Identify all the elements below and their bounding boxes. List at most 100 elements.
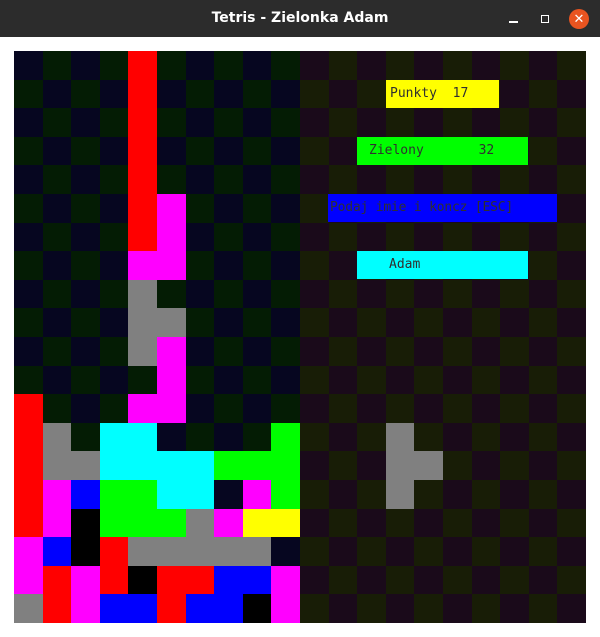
board-cell [42, 308, 72, 337]
side-cell [328, 537, 358, 566]
board-cell [71, 51, 100, 80]
tetris-block [157, 537, 186, 566]
side-cell [328, 594, 358, 623]
player-score-label: Zielony 32 [357, 137, 528, 165]
side-cell [414, 108, 443, 137]
board-cell [99, 337, 129, 366]
tetris-block [214, 565, 243, 595]
side-cell [300, 251, 329, 280]
tetris-block [271, 565, 300, 595]
board-cell [242, 308, 272, 337]
side-cell [500, 308, 529, 337]
board-cell [14, 108, 43, 137]
tetris-block [128, 165, 157, 194]
side-cell [557, 308, 586, 337]
board-cell [14, 194, 43, 223]
side-cell [443, 451, 472, 480]
board-cell [14, 251, 43, 280]
board-cell [271, 365, 300, 395]
side-cell [357, 51, 386, 80]
side-cell [414, 279, 443, 309]
side-cell [328, 136, 358, 166]
board-cell [242, 51, 272, 80]
tetris-block [214, 594, 243, 623]
tetris-block [185, 594, 215, 623]
player-name-input[interactable]: Adam [357, 251, 528, 279]
board-cell [71, 251, 100, 280]
window-titlebar[interactable]: Tetris - Zielonka Adam ✕ [0, 0, 600, 37]
side-cell [500, 365, 529, 395]
side-cell [443, 565, 472, 595]
tetris-block [14, 565, 43, 595]
tetris-block [71, 480, 100, 509]
side-cell [328, 108, 358, 137]
side-cell [471, 422, 501, 452]
side-cell [557, 451, 586, 480]
side-cell [385, 594, 415, 623]
side-cell [557, 537, 586, 566]
tetris-block [157, 451, 186, 480]
side-cell [528, 279, 558, 309]
board-cell [271, 222, 300, 252]
next-piece-block [385, 422, 415, 452]
board-cell [214, 279, 243, 309]
side-cell [557, 251, 586, 280]
tetris-block [242, 451, 272, 480]
board-cell [71, 194, 100, 223]
board-cell [271, 194, 300, 223]
board-cell [214, 222, 243, 252]
tetris-block [128, 279, 157, 309]
side-cell [357, 422, 386, 452]
board-cell [14, 79, 43, 109]
tetris-block [71, 594, 100, 623]
board-cell [271, 136, 300, 166]
tetris-block [185, 537, 215, 566]
side-cell [557, 194, 586, 223]
side-cell [528, 108, 558, 137]
tetris-block [71, 451, 100, 480]
game-canvas[interactable]: Punkty 17 Zielony 32 Podaj imie i koncz … [14, 51, 586, 623]
tetris-block [128, 422, 157, 452]
board-cell [99, 136, 129, 166]
side-cell [414, 308, 443, 337]
side-cell [443, 108, 472, 137]
board-cell [271, 308, 300, 337]
board-cell [14, 51, 43, 80]
side-cell [528, 165, 558, 194]
side-cell [328, 480, 358, 509]
side-cell [500, 565, 529, 595]
board-cell [242, 251, 272, 280]
side-cell [357, 480, 386, 509]
tetris-block [42, 565, 72, 595]
tetris-block [271, 480, 300, 509]
side-cell [385, 537, 415, 566]
tetris-block [157, 194, 186, 223]
side-cell [357, 337, 386, 366]
side-cell [357, 508, 386, 538]
side-cell [557, 136, 586, 166]
side-cell [528, 537, 558, 566]
close-button[interactable]: ✕ [569, 9, 589, 29]
board-cell [42, 251, 72, 280]
maximize-button[interactable] [535, 9, 555, 29]
side-cell [357, 165, 386, 194]
side-cell [414, 165, 443, 194]
tetris-block [99, 508, 129, 538]
side-cell [328, 422, 358, 452]
tetris-block [185, 451, 215, 480]
board-cell [185, 251, 215, 280]
board-cell [242, 165, 272, 194]
side-cell [300, 537, 329, 566]
board-cell [214, 51, 243, 80]
side-cell [443, 422, 472, 452]
board-cell [42, 279, 72, 309]
tetris-block [128, 394, 157, 423]
minimize-button[interactable] [503, 9, 523, 29]
side-cell [357, 222, 386, 252]
board-cell [185, 308, 215, 337]
tetris-block [157, 565, 186, 595]
score-label: Punkty 17 [386, 80, 499, 108]
board-cell [214, 108, 243, 137]
side-cell [300, 480, 329, 509]
tetris-block [271, 508, 300, 538]
